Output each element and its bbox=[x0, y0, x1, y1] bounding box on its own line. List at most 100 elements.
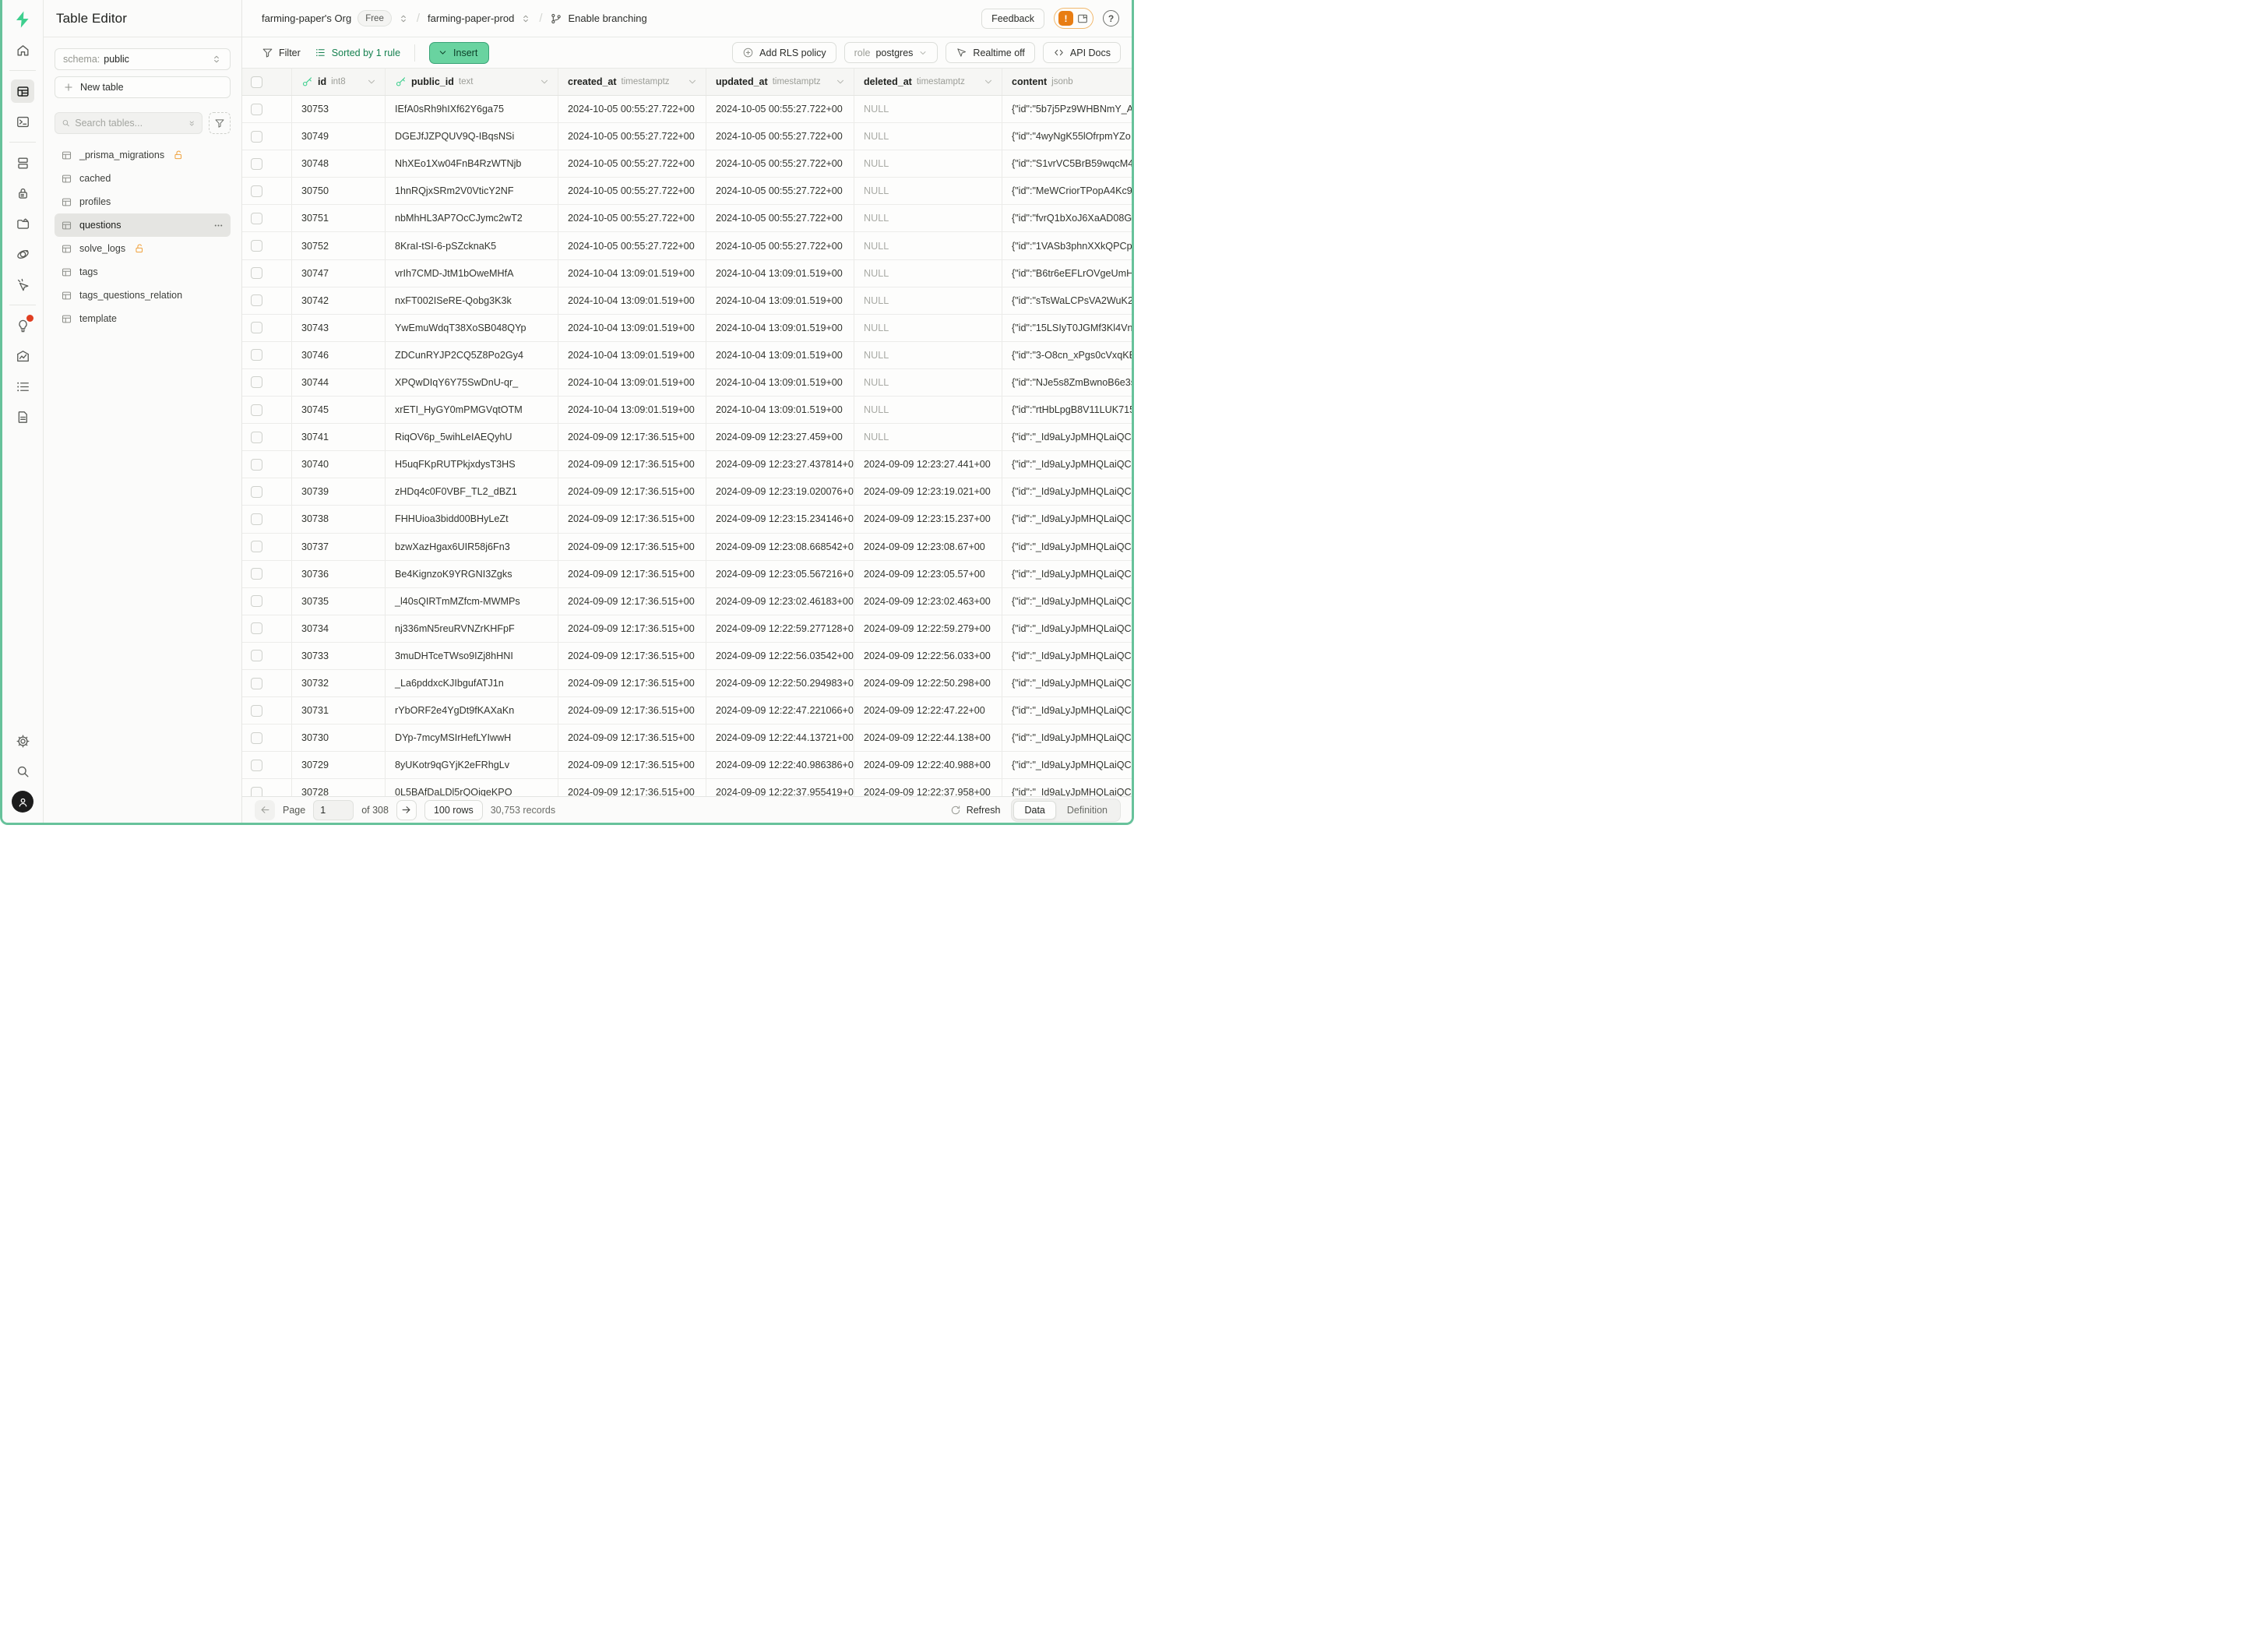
cell-deleted-at[interactable]: NULL bbox=[854, 123, 1002, 150]
cell-updated-at[interactable]: 2024-10-05 00:55:27.722+00 bbox=[706, 96, 854, 122]
row-checkbox[interactable] bbox=[251, 158, 262, 170]
tab-definition[interactable]: Definition bbox=[1056, 801, 1118, 820]
sidebar-item-tags[interactable]: tags bbox=[55, 260, 231, 284]
row-checkbox[interactable] bbox=[251, 213, 262, 224]
supabase-logo[interactable] bbox=[11, 8, 34, 31]
cell-deleted-at[interactable]: NULL bbox=[854, 342, 1002, 368]
cell-id[interactable]: 30728 bbox=[292, 779, 386, 796]
cell-updated-at[interactable]: 2024-10-05 00:55:27.722+00 bbox=[706, 150, 854, 177]
cell-content[interactable]: {"id":"rtHbLpgB8V11LUK7152 bbox=[1002, 397, 1132, 423]
cell-deleted-at[interactable]: NULL bbox=[854, 96, 1002, 122]
insert-button[interactable]: Insert bbox=[429, 42, 489, 64]
cell-created-at[interactable]: 2024-09-09 12:17:36.515+00 bbox=[558, 561, 706, 587]
sidebar-item-template[interactable]: template bbox=[55, 307, 231, 330]
cell-created-at[interactable]: 2024-09-09 12:17:36.515+00 bbox=[558, 670, 706, 696]
sidebar-item-_prisma_migrations[interactable]: _prisma_migrations bbox=[55, 143, 231, 167]
chevron-down-icon[interactable] bbox=[983, 76, 994, 87]
cell-deleted-at[interactable]: 2024-09-09 12:22:40.988+00 bbox=[854, 752, 1002, 778]
cell-updated-at[interactable]: 2024-09-09 12:22:50.294983+00 bbox=[706, 670, 854, 696]
row-checkbox[interactable] bbox=[251, 185, 262, 197]
cell-public-id[interactable]: NhXEo1Xw04FnB4RzWTNjb bbox=[386, 150, 558, 177]
cell-id[interactable]: 30750 bbox=[292, 178, 386, 204]
cell-id[interactable]: 30742 bbox=[292, 287, 386, 314]
storage-icon[interactable] bbox=[11, 212, 34, 235]
cell-public-id[interactable]: ZDCunRYJP2CQ5Z8Po2Gy4 bbox=[386, 342, 558, 368]
cell-id[interactable]: 30736 bbox=[292, 561, 386, 587]
cell-content[interactable]: {"id":"4wyNgK55lOfrpmYZo bbox=[1002, 123, 1132, 150]
row-checkbox[interactable] bbox=[251, 678, 262, 689]
cell-deleted-at[interactable]: NULL bbox=[854, 232, 1002, 259]
cell-public-id[interactable]: vrIh7CMD-JtM1bOweMHfA bbox=[386, 260, 558, 287]
cell-created-at[interactable]: 2024-09-09 12:17:36.515+00 bbox=[558, 752, 706, 778]
cell-created-at[interactable]: 2024-09-09 12:17:36.515+00 bbox=[558, 643, 706, 669]
notifications-button[interactable]: ! bbox=[1054, 8, 1094, 29]
row-checkbox[interactable] bbox=[251, 240, 262, 252]
cell-deleted-at[interactable]: 2024-09-09 12:23:19.021+00 bbox=[854, 478, 1002, 505]
page-number-input[interactable] bbox=[313, 800, 354, 820]
cell-content[interactable]: {"id":"5b7j5Pz9WHBNmY_A bbox=[1002, 96, 1132, 122]
cell-id[interactable]: 30741 bbox=[292, 424, 386, 450]
cell-updated-at[interactable]: 2024-10-05 00:55:27.722+00 bbox=[706, 123, 854, 150]
cell-updated-at[interactable]: 2024-10-04 13:09:01.519+00 bbox=[706, 287, 854, 314]
cell-created-at[interactable]: 2024-09-09 12:17:36.515+00 bbox=[558, 478, 706, 505]
cell-id[interactable]: 30729 bbox=[292, 752, 386, 778]
logs-icon[interactable] bbox=[11, 375, 34, 398]
cell-created-at[interactable]: 2024-09-09 12:17:36.515+00 bbox=[558, 424, 706, 450]
chevron-down-icon[interactable] bbox=[539, 76, 550, 87]
cell-content[interactable]: {"id":"1VASb3phnXXkQPCpv bbox=[1002, 232, 1132, 259]
cell-id[interactable]: 30739 bbox=[292, 478, 386, 505]
cell-id[interactable]: 30740 bbox=[292, 451, 386, 478]
cell-id[interactable]: 30748 bbox=[292, 150, 386, 177]
cell-public-id[interactable]: IEfA0sRh9hIXf62Y6ga75 bbox=[386, 96, 558, 122]
row-checkbox[interactable] bbox=[251, 322, 262, 333]
cell-deleted-at[interactable]: 2024-09-09 12:23:27.441+00 bbox=[854, 451, 1002, 478]
cell-content[interactable]: {"id":"B6tr6eEFLrOVgeUmH bbox=[1002, 260, 1132, 287]
row-checkbox[interactable] bbox=[251, 541, 262, 552]
cell-updated-at[interactable]: 2024-09-09 12:22:40.986386+00 bbox=[706, 752, 854, 778]
cell-updated-at[interactable]: 2024-09-09 12:22:47.221066+00 bbox=[706, 697, 854, 724]
cell-updated-at[interactable]: 2024-09-09 12:22:59.277128+00 bbox=[706, 615, 854, 642]
api-docs-icon[interactable] bbox=[11, 405, 34, 428]
row-checkbox[interactable] bbox=[251, 732, 262, 744]
realtime-icon[interactable] bbox=[11, 273, 34, 296]
cell-created-at[interactable]: 2024-10-05 00:55:27.722+00 bbox=[558, 150, 706, 177]
cell-content[interactable]: {"id":"_Id9aLyJpMHQLaiQC bbox=[1002, 615, 1132, 642]
select-all-checkbox[interactable] bbox=[251, 76, 262, 88]
tab-data[interactable]: Data bbox=[1013, 801, 1055, 820]
cell-created-at[interactable]: 2024-10-04 13:09:01.519+00 bbox=[558, 397, 706, 423]
cell-content[interactable]: {"id":"_Id9aLyJpMHQLaiQC bbox=[1002, 779, 1132, 796]
cell-id[interactable]: 30732 bbox=[292, 670, 386, 696]
cell-content[interactable]: {"id":"sTsWaLCPsVA2WuK2 bbox=[1002, 287, 1132, 314]
cell-created-at[interactable]: 2024-09-09 12:17:36.515+00 bbox=[558, 779, 706, 796]
cell-public-id[interactable]: nj336mN5reuRVNZrKHFpF bbox=[386, 615, 558, 642]
row-checkbox[interactable] bbox=[251, 486, 262, 498]
cell-id[interactable]: 30734 bbox=[292, 615, 386, 642]
cell-public-id[interactable]: Be4KignzoK9YRGNI3Zgks bbox=[386, 561, 558, 587]
cell-id[interactable]: 30751 bbox=[292, 205, 386, 231]
cell-created-at[interactable]: 2024-10-04 13:09:01.519+00 bbox=[558, 315, 706, 341]
cell-content[interactable]: {"id":"_Id9aLyJpMHQLaiQC bbox=[1002, 506, 1132, 532]
sql-editor-icon[interactable] bbox=[11, 110, 34, 133]
sidebar-item-solve_logs[interactable]: solve_logs bbox=[55, 237, 231, 260]
cell-public-id[interactable]: 8KraI-tSI-6-pSZcknaK5 bbox=[386, 232, 558, 259]
row-checkbox[interactable] bbox=[251, 595, 262, 607]
cell-created-at[interactable]: 2024-09-09 12:17:36.515+00 bbox=[558, 615, 706, 642]
cell-public-id[interactable]: YwEmuWdqT38XoSB048QYp bbox=[386, 315, 558, 341]
filter-button[interactable]: Filter bbox=[262, 47, 301, 58]
cell-updated-at[interactable]: 2024-10-05 00:55:27.722+00 bbox=[706, 205, 854, 231]
cell-id[interactable]: 30752 bbox=[292, 232, 386, 259]
cell-id[interactable]: 30749 bbox=[292, 123, 386, 150]
cell-created-at[interactable]: 2024-10-05 00:55:27.722+00 bbox=[558, 205, 706, 231]
cell-deleted-at[interactable]: 2024-09-09 12:22:44.138+00 bbox=[854, 725, 1002, 751]
cell-id[interactable]: 30744 bbox=[292, 369, 386, 396]
cell-id[interactable]: 30746 bbox=[292, 342, 386, 368]
cell-public-id[interactable]: rYbORF2e4YgDt9fKAXaKn bbox=[386, 697, 558, 724]
cell-deleted-at[interactable]: NULL bbox=[854, 150, 1002, 177]
row-checkbox[interactable] bbox=[251, 349, 262, 361]
cell-id[interactable]: 30737 bbox=[292, 534, 386, 560]
role-select[interactable]: role postgres bbox=[844, 42, 939, 63]
chevrons-updown-icon[interactable] bbox=[520, 13, 531, 24]
cell-content[interactable]: {"id":"MeWCriorTPopA4Kc9 bbox=[1002, 178, 1132, 204]
row-checkbox[interactable] bbox=[251, 705, 262, 717]
cell-created-at[interactable]: 2024-09-09 12:17:36.515+00 bbox=[558, 534, 706, 560]
